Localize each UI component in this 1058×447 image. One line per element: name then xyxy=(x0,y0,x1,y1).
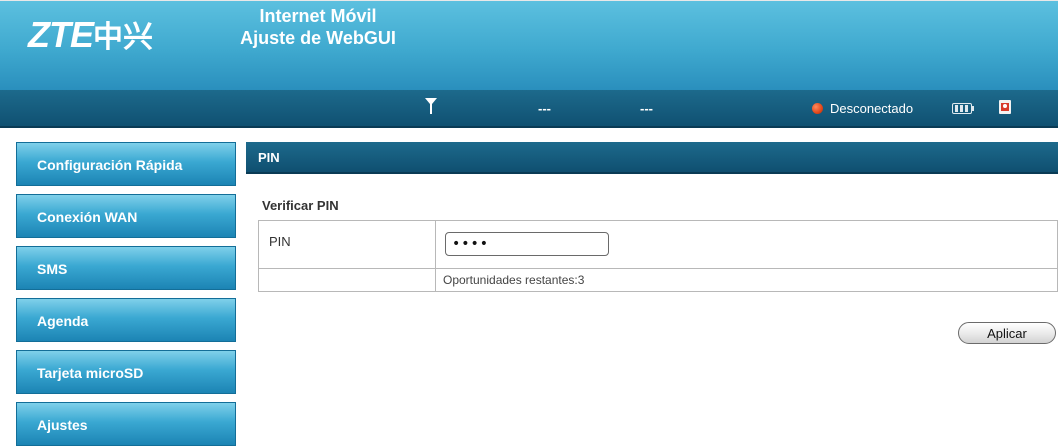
sidebar-item-sms[interactable]: SMS xyxy=(16,246,236,290)
remaining-attempts-row: Oportunidades restantes:3 xyxy=(259,269,1057,291)
sidebar-item-settings[interactable]: Ajustes xyxy=(16,402,236,446)
sidebar-item-wan-connection[interactable]: Conexión WAN xyxy=(16,194,236,238)
sidebar-item-phonebook[interactable]: Agenda xyxy=(16,298,236,342)
pin-row: PIN xyxy=(259,221,1057,269)
app-title-line2: Ajuste de WebGUI xyxy=(240,28,396,48)
connection-status-icon xyxy=(812,103,823,114)
remaining-attempts: Oportunidades restantes:3 xyxy=(443,273,585,287)
pin-form-table: PIN Oportunidades restantes:3 xyxy=(258,220,1058,292)
sim-card-icon[interactable] xyxy=(998,99,1012,115)
zte-logo: ZTE中兴 xyxy=(28,15,153,58)
logo-cjk: 中兴 xyxy=(93,21,153,54)
page-title: PIN xyxy=(246,142,1058,174)
header: ZTE中兴 Internet Móvil Ajuste de WebGUI xyxy=(0,0,1058,90)
battery-icon xyxy=(952,103,974,114)
column-divider xyxy=(435,221,436,291)
signal-antenna-icon xyxy=(425,98,437,114)
connection-status: Desconectado xyxy=(830,101,914,116)
apply-button[interactable]: Aplicar xyxy=(958,322,1056,344)
app-title-line1: Internet Móvil xyxy=(259,6,377,26)
operator-name: --- xyxy=(640,101,653,116)
sidebar-item-quick-setup[interactable]: Configuración Rápida xyxy=(16,142,236,186)
pin-input[interactable] xyxy=(445,232,609,256)
logo-latin: ZTE xyxy=(28,14,94,55)
status-bar-divider xyxy=(0,126,1058,128)
section-title: Verificar PIN xyxy=(262,198,339,213)
pin-label: PIN xyxy=(269,234,291,249)
network-type: --- xyxy=(538,101,551,116)
sidebar-item-microsd[interactable]: Tarjeta microSD xyxy=(16,350,236,394)
app-title: Internet Móvil Ajuste de WebGUI xyxy=(228,5,408,49)
status-bar: --- --- Desconectado xyxy=(0,90,1058,128)
